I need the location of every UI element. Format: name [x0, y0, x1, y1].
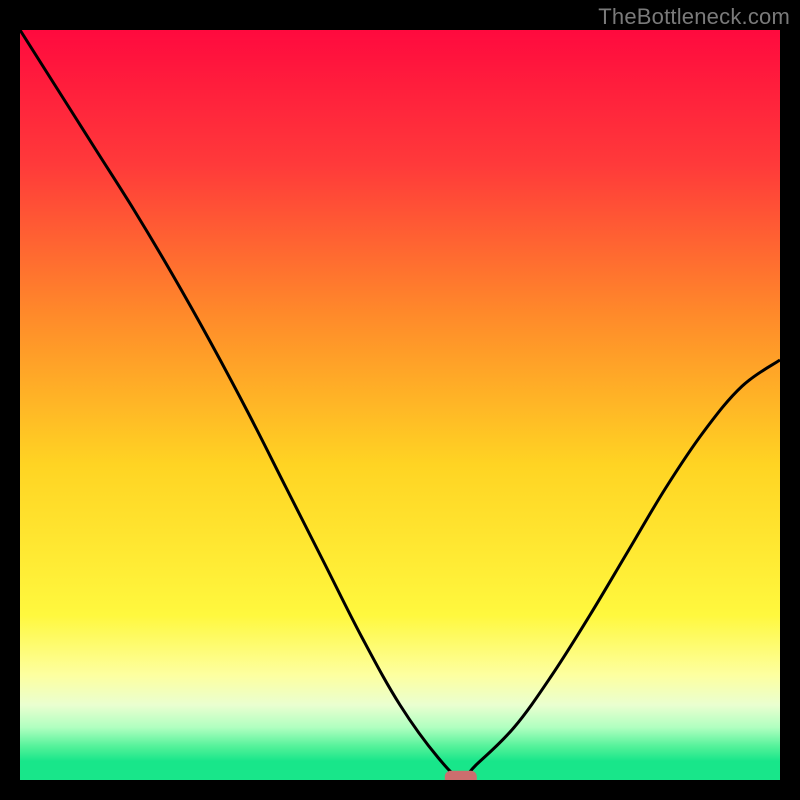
optimum-marker [445, 771, 477, 780]
plot-area [20, 30, 780, 780]
chart-container: TheBottleneck.com [0, 0, 800, 800]
bottleneck-curve [20, 30, 780, 778]
attribution-text: TheBottleneck.com [598, 4, 790, 30]
chart-svg [20, 30, 780, 780]
